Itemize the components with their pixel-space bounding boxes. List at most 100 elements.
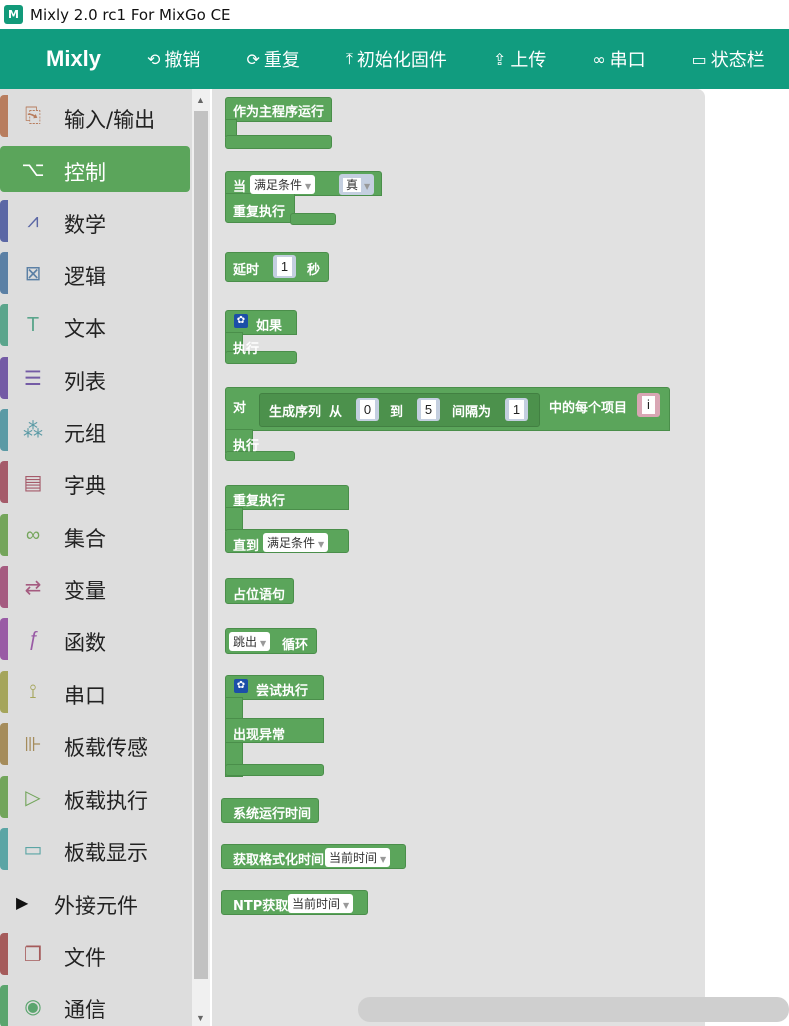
block-flyout: 作为主程序运行 当 满足条件▼ 真▼ 重复执行 延时 1 秒 ✿ 如果 执行 — [212, 89, 705, 1026]
break-dropdown[interactable]: 跳出 ▼ — [229, 632, 271, 651]
serial-port-icon: ⟟ — [29, 680, 37, 703]
broadcast-icon: ◉ — [24, 995, 42, 1018]
block-label: 直到 — [233, 539, 260, 554]
expand-triangle-icon: ▶ — [16, 895, 29, 912]
monitor-icon: ▭ — [23, 838, 43, 861]
category-variable[interactable]: ⇄ 变量 — [0, 564, 190, 610]
category-label: 函数 — [64, 631, 106, 655]
upload-button[interactable]: ⇪ 上传 — [493, 46, 546, 72]
block-label: 延时 — [233, 263, 260, 278]
range-step-input[interactable]: 1 — [505, 398, 528, 421]
block-label: 系统运行时间 — [233, 807, 312, 822]
loop-variable-field[interactable]: i — [637, 393, 660, 417]
block-label: 当 — [233, 180, 247, 195]
venn-icon: ∞ — [25, 523, 41, 546]
category-color-stripe — [0, 304, 8, 346]
gear-icon[interactable]: ✿ — [234, 679, 248, 693]
category-serial[interactable]: ⟟ 串口 — [0, 669, 190, 715]
category-file[interactable]: ❐ 文件 — [0, 931, 190, 977]
block-label: 秒 — [307, 263, 321, 278]
control-icon: ⌥ — [21, 158, 45, 181]
category-dict[interactable]: ▤ 字典 — [0, 459, 190, 505]
block-label: 循环 — [282, 638, 309, 653]
category-color-stripe — [0, 200, 8, 242]
category-function[interactable]: ƒ 函数 — [0, 616, 190, 662]
category-onboard-actuator[interactable]: ▷ 板载执行 — [0, 774, 190, 820]
true-dropdown[interactable]: 真 ▼ — [339, 174, 375, 195]
category-onboard-sensor[interactable]: ⊪ 板载传感 — [0, 721, 190, 767]
redo-label: 重复 — [263, 50, 300, 71]
category-text[interactable]: T 文本 — [0, 302, 190, 348]
category-color-stripe — [0, 723, 8, 765]
variable-icon: ⇄ — [24, 576, 42, 599]
category-color-stripe — [0, 566, 8, 608]
serial-button[interactable]: ∞ 串口 — [592, 46, 645, 72]
block-label: 中的每个项目 — [549, 401, 628, 416]
window-icon: ▭ — [691, 49, 707, 69]
until-condition-dropdown[interactable]: 满足条件 ▼ — [263, 533, 329, 552]
category-label: 数学 — [64, 213, 106, 237]
category-external-components[interactable]: ▶ 外接元件 — [0, 879, 190, 925]
range-from-input[interactable]: 0 — [356, 398, 379, 421]
block-label: 重复执行 — [233, 205, 286, 220]
block-label: 生成序列 — [269, 405, 322, 420]
category-color-stripe — [0, 95, 8, 137]
category-color-stripe — [0, 252, 8, 294]
gear-icon[interactable]: ✿ — [234, 314, 248, 328]
undo-icon: ⟲ — [147, 49, 161, 69]
redo-button[interactable]: ⟳ 重复 — [246, 46, 299, 72]
category-label: 列表 — [64, 370, 106, 394]
statusbar-button[interactable]: ▭ 状态栏 — [692, 46, 765, 72]
main-toolbar: Mixly ⟲ 撤销 ⟳ 重复 ⤒ 初始化固件 ⇪ 上传 ∞ 串口 ▭ 状态栏 — [0, 29, 789, 89]
link-icon: ∞ — [592, 49, 606, 69]
undo-button[interactable]: ⟲ 撤销 — [147, 46, 200, 72]
category-color-stripe — [0, 409, 8, 451]
sidebar-scrollbar-thumb[interactable] — [194, 111, 208, 979]
function-icon: ƒ — [27, 627, 39, 650]
io-icon: ⎘ — [25, 104, 41, 127]
category-set[interactable]: ∞ 集合 — [0, 512, 190, 558]
category-communication[interactable]: ◉ 通信 — [0, 983, 190, 1026]
category-label: 板载显示 — [64, 841, 148, 865]
category-color-stripe — [0, 618, 8, 660]
circles-icon: ⁂ — [23, 419, 43, 442]
category-list[interactable]: ☰ 列表 — [0, 355, 190, 401]
category-label: 板载执行 — [64, 789, 148, 813]
scroll-down-icon[interactable]: ▼ — [196, 1013, 205, 1023]
block-label: 占位语句 — [233, 588, 286, 603]
block-label: 到 — [390, 405, 404, 420]
workspace[interactable]: 作为主程序运行 当 满足条件▼ 真▼ 重复执行 延时 1 秒 ✿ 如果 执行 — [212, 89, 789, 1026]
category-math[interactable]: ⩘ 数学 — [0, 198, 190, 244]
block-label: 获取格式化时间 — [233, 853, 325, 868]
block-label: 执行 — [233, 439, 260, 454]
sidebar-scrollbar[interactable]: ▲ ▼ — [192, 89, 210, 1026]
ntp-dropdown[interactable]: 当前时间 ▼ — [288, 894, 354, 913]
scroll-up-icon[interactable]: ▲ — [196, 95, 205, 105]
block-label: 出现异常 — [233, 728, 286, 743]
block-label: 尝试执行 — [256, 684, 309, 699]
init-firmware-label: 初始化固件 — [356, 50, 447, 71]
block-label: 执行 — [233, 342, 260, 357]
category-logic[interactable]: ⊠ 逻辑 — [0, 250, 190, 296]
category-color-stripe — [0, 776, 8, 818]
while-condition-dropdown[interactable]: 满足条件 ▼ — [250, 175, 316, 194]
workspace-horizontal-scrollbar[interactable] — [358, 997, 789, 1022]
init-firmware-button[interactable]: ⤒ 初始化固件 — [346, 46, 447, 72]
category-label: 逻辑 — [64, 265, 106, 289]
category-tuple[interactable]: ⁂ 元组 — [0, 407, 190, 453]
arrow-up-icon: ⤒ — [345, 49, 353, 68]
block-label: 对 — [233, 401, 247, 416]
category-label: 串口 — [64, 684, 106, 708]
statusbar-label: 状态栏 — [710, 50, 765, 71]
block-label: 从 — [329, 405, 343, 420]
undo-label: 撤销 — [164, 50, 201, 71]
category-control[interactable]: ⌥ 控制 — [0, 146, 190, 192]
block-label: 作为主程序运行 — [233, 105, 325, 120]
range-to-input[interactable]: 5 — [417, 398, 440, 421]
category-onboard-display[interactable]: ▭ 板载显示 — [0, 826, 190, 872]
category-label: 变量 — [64, 579, 106, 603]
formatted-time-dropdown[interactable]: 当前时间 ▼ — [325, 848, 391, 867]
category-sidebar: ⎘ 输入/输出 ⌥ 控制 ⩘ 数学 ⊠ 逻辑 T 文本 ☰ 列表 ⁂ 元组 ▤ … — [0, 89, 192, 1026]
delay-value-input[interactable]: 1 — [273, 255, 296, 278]
category-io[interactable]: ⎘ 输入/输出 — [0, 93, 190, 139]
